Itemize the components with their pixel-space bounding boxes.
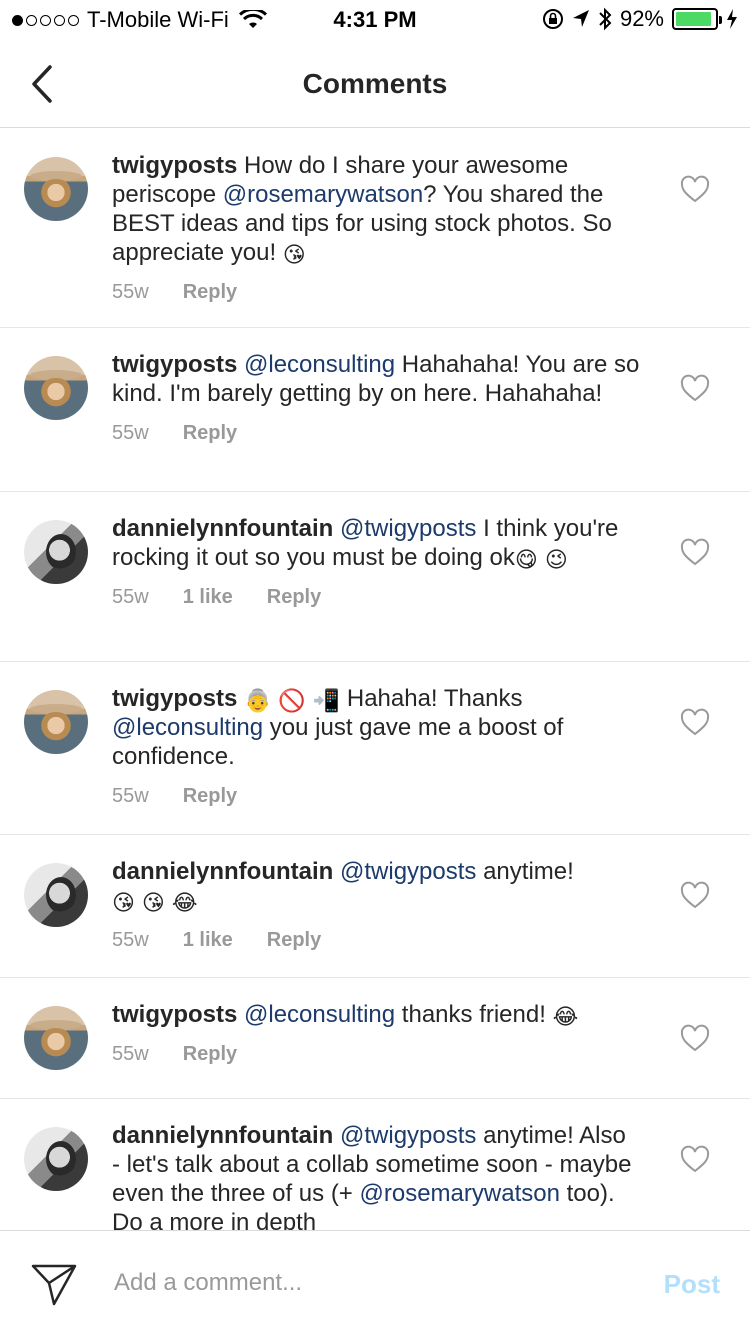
status-bar: T-Mobile Wi-Fi 4:31 PM 92% [0, 0, 750, 40]
comment-timestamp: 55w [112, 1043, 149, 1065]
avatar[interactable] [24, 690, 88, 754]
heart-icon[interactable] [680, 538, 710, 568]
comment-meta: 55w Reply [112, 1043, 640, 1088]
comment-item: twigyposts 👵 🚫 📲 Hahaha! Thanks @leconsu… [0, 662, 750, 835]
comment-meta: 55w Reply [112, 422, 640, 467]
comment-username[interactable]: dannielynnfountain [112, 515, 333, 542]
comment-username[interactable]: twigyposts [112, 152, 237, 179]
heart-icon[interactable] [680, 881, 710, 911]
comment-item: twigyposts How do I share your awesome p… [0, 129, 750, 328]
comment-meta: 55w 1 like Reply [112, 929, 640, 974]
mention-link[interactable]: @rosemarywatson [360, 1180, 560, 1207]
comments-header: Comments [0, 40, 750, 128]
avatar[interactable] [24, 863, 88, 927]
like-count[interactable]: 1 like [183, 586, 233, 609]
reply-button[interactable]: Reply [183, 785, 237, 808]
mention-link[interactable]: @leconsulting [244, 351, 395, 378]
comment-input[interactable] [114, 1263, 614, 1303]
post-button[interactable]: Post [664, 1269, 720, 1300]
reply-button[interactable]: Reply [267, 929, 321, 952]
comment-timestamp: 55w [112, 929, 149, 951]
heart-icon[interactable] [680, 1024, 710, 1054]
comment-timestamp: 55w [112, 422, 149, 444]
comment-username[interactable]: twigyposts [112, 351, 237, 378]
comment-text: twigyposts @leconsulting thanks friend! … [112, 1000, 640, 1029]
comment-username[interactable]: dannielynnfountain [112, 858, 333, 885]
status-right: 92% [542, 6, 738, 32]
comment-username[interactable]: twigyposts [112, 685, 237, 712]
mention-link[interactable]: @twigyposts [340, 1122, 476, 1149]
reply-button[interactable]: Reply [183, 1043, 237, 1066]
avatar[interactable] [24, 1127, 88, 1191]
comment-meta: 55w Reply [112, 281, 640, 326]
reply-button[interactable]: Reply [267, 586, 321, 609]
comments-list[interactable]: twigyposts How do I share your awesome p… [0, 129, 750, 1230]
comment-item: dannielynnfountain @twigyposts I think y… [0, 492, 750, 662]
avatar[interactable] [24, 1006, 88, 1070]
comment-item: twigyposts @leconsulting thanks friend! … [0, 978, 750, 1099]
comment-item: twigyposts @leconsulting Hahahaha! You a… [0, 328, 750, 492]
comment-item: dannielynnfountain @twigyposts anytime! 😘… [0, 835, 750, 978]
comment-item: dannielynnfountain @twigyposts anytime! … [0, 1099, 750, 1230]
location-icon [572, 10, 589, 27]
avatar[interactable] [24, 356, 88, 420]
battery-percent: 92% [619, 6, 664, 31]
like-count[interactable]: 1 like [183, 929, 233, 952]
comment-username[interactable]: dannielynnfountain [112, 1122, 333, 1149]
reply-button[interactable]: Reply [183, 422, 237, 445]
comment-text: twigyposts 👵 🚫 📲 Hahaha! Thanks @leconsu… [112, 684, 640, 771]
mention-link[interactable]: @leconsulting [112, 714, 263, 741]
comment-body: Hahaha! Thanks [340, 685, 523, 712]
send-direct-icon[interactable] [30, 1261, 78, 1307]
page-title: Comments [302, 68, 448, 99]
heart-icon[interactable] [680, 175, 710, 205]
comment-text: twigyposts How do I share your awesome p… [112, 151, 640, 267]
emoji-group: 👵 🚫 📲 [244, 689, 341, 714]
comment-timestamp: 55w [112, 785, 149, 807]
comment-body: thanks friend! [395, 1001, 553, 1028]
comment-text: dannielynnfountain @twigyposts anytime! 😘… [112, 857, 640, 915]
charging-icon [727, 9, 737, 29]
comment-meta: 55w 1 like Reply [112, 586, 640, 631]
comment-meta: 55w Reply [112, 785, 640, 830]
heart-icon[interactable] [680, 708, 710, 738]
mention-link[interactable]: @twigyposts [340, 858, 476, 885]
comment-timestamp: 55w [112, 281, 149, 303]
comment-text: dannielynnfountain @twigyposts anytime! … [112, 1121, 640, 1230]
laughing-emoji: 😂 [552, 1005, 579, 1030]
emoji-group: 😋 😉 [514, 548, 568, 573]
mention-link[interactable]: @twigyposts [340, 515, 476, 542]
mention-link[interactable]: @leconsulting [244, 1001, 395, 1028]
emoji-group: 😘 😘 😂 [112, 891, 198, 916]
kiss-emoji: 😘 [282, 243, 306, 268]
avatar[interactable] [24, 157, 88, 221]
reply-button[interactable]: Reply [183, 281, 237, 304]
avatar[interactable] [24, 520, 88, 584]
comment-body: anytime! [476, 858, 574, 885]
bluetooth-icon [599, 7, 612, 31]
comment-text: dannielynnfountain @twigyposts I think y… [112, 514, 640, 572]
mention-link[interactable]: @rosemarywatson [223, 181, 423, 208]
battery-icon [672, 8, 722, 30]
comment-timestamp: 55w [112, 586, 149, 608]
comment-text: twigyposts @leconsulting Hahahaha! You a… [112, 350, 640, 408]
heart-icon[interactable] [680, 374, 710, 404]
orientation-lock-icon [542, 9, 563, 29]
battery-level [676, 12, 711, 26]
heart-icon[interactable] [680, 1145, 710, 1175]
comment-composer: Post [0, 1230, 750, 1334]
comment-username[interactable]: twigyposts [112, 1001, 237, 1028]
